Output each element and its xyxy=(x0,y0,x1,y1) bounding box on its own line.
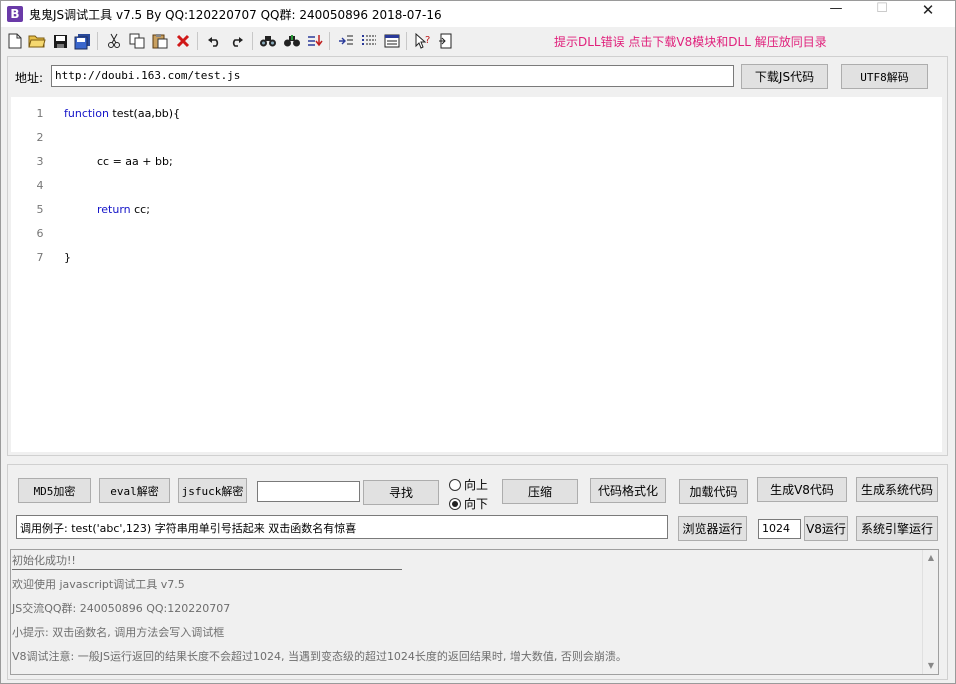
jsfuck-decrypt-button[interactable]: jsfuck解密 xyxy=(178,478,247,503)
code-line: cc = aa + bb; xyxy=(97,155,173,168)
list-icon[interactable] xyxy=(359,31,379,51)
find-button[interactable]: 寻找 xyxy=(363,480,439,505)
address-label: 地址: xyxy=(15,71,44,85)
top-panel: 地址: http://doubi.163.com/test.js 下载JS代码 … xyxy=(7,56,948,456)
browser-run-button[interactable]: 浏览器运行 xyxy=(678,516,747,541)
copy-icon[interactable] xyxy=(127,31,147,51)
code-text: cc; xyxy=(130,203,150,216)
toolbar-separator xyxy=(97,32,98,50)
save-icon[interactable] xyxy=(50,31,70,51)
code-editor[interactable]: 1 2 3 4 5 6 7 function test(aa,bb){ cc =… xyxy=(11,97,942,452)
svg-text:?: ? xyxy=(425,35,430,46)
redo-icon[interactable] xyxy=(227,31,247,51)
compress-button[interactable]: 压缩 xyxy=(502,479,578,504)
download-js-button[interactable]: 下载JS代码 xyxy=(741,64,828,89)
radio-label: 向上 xyxy=(464,478,489,492)
toolbar: ? 提示DLL错误 点击下载V8模块和DLL 解压放同目录 xyxy=(1,27,955,55)
address-input[interactable]: http://doubi.163.com/test.js xyxy=(51,65,734,87)
line-number: 4 xyxy=(36,179,44,192)
indent-icon[interactable] xyxy=(336,31,356,51)
output-log[interactable]: 初始化成功!! 欢迎使用 javascript调试工具 v7.5 JS交流QQ群… xyxy=(10,549,939,675)
line-number: 3 xyxy=(36,155,44,168)
log-line: V8调试注意: 一般JS运行返回的结果长度不会超过1024, 当遇到变态级的超过… xyxy=(12,650,627,663)
log-line: 欢迎使用 javascript调试工具 v7.5 xyxy=(12,578,185,591)
toolbar-separator xyxy=(406,32,407,50)
v8-run-button[interactable]: V8运行 xyxy=(804,516,848,541)
code-text: } xyxy=(64,251,71,264)
find-replace-icon[interactable] xyxy=(282,31,302,51)
format-code-button[interactable]: 代码格式化 xyxy=(590,478,666,503)
line-number: 7 xyxy=(36,251,44,264)
line-number: 6 xyxy=(36,227,44,240)
direction-down-radio[interactable]: 向下 xyxy=(449,495,488,512)
call-example-input[interactable]: 调用例子: test('abc',123) 字符串用单引号括起来 双击函数名有惊… xyxy=(16,515,668,539)
scroll-down-icon[interactable]: ▼ xyxy=(923,658,938,674)
code-line: } xyxy=(64,251,71,264)
code-line: function test(aa,bb){ xyxy=(64,107,180,120)
result-length-input[interactable]: 1024 xyxy=(758,519,801,539)
radio-label: 向下 xyxy=(464,497,489,511)
load-code-button[interactable]: 加载代码 xyxy=(679,479,748,504)
direction-up-radio[interactable]: 向上 xyxy=(449,476,488,493)
log-divider xyxy=(12,569,402,570)
panel-icon[interactable] xyxy=(435,31,455,51)
help-cursor-icon[interactable]: ? xyxy=(413,31,433,51)
dll-hint-link[interactable]: 提示DLL错误 点击下载V8模块和DLL 解压放同目录 xyxy=(554,33,827,50)
eval-decrypt-button[interactable]: eval解密 xyxy=(99,478,170,503)
code-text: cc = aa + bb; xyxy=(97,155,173,168)
toolbar-separator xyxy=(329,32,330,50)
toolbar-separator xyxy=(252,32,253,50)
log-line: 小提示: 双击函数名, 调用方法会写入调试框 xyxy=(12,626,225,639)
generate-system-code-button[interactable]: 生成系统代码 xyxy=(856,477,938,502)
line-number: 5 xyxy=(36,203,44,216)
search-input[interactable] xyxy=(257,481,360,502)
paste-icon[interactable] xyxy=(150,31,170,51)
new-file-icon[interactable] xyxy=(5,31,25,51)
maximize-button[interactable]: ☐ xyxy=(859,1,905,27)
utf8-decode-button[interactable]: UTF8解码 xyxy=(841,64,928,89)
line-number: 2 xyxy=(36,131,44,144)
md5-encrypt-button[interactable]: MD5加密 xyxy=(18,478,91,503)
open-folder-icon[interactable] xyxy=(27,31,47,51)
window-title: 鬼鬼JS调试工具 v7.5 By QQ:120220707 QQ群: 24005… xyxy=(29,8,442,22)
system-engine-run-button[interactable]: 系统引擎运行 xyxy=(856,516,938,541)
app-window: B 鬼鬼JS调试工具 v7.5 By QQ:120220707 QQ群: 240… xyxy=(0,0,956,684)
app-icon: B xyxy=(7,6,23,22)
radio-circle xyxy=(449,478,461,491)
window-icon[interactable] xyxy=(382,31,402,51)
generate-v8-button[interactable]: 生成V8代码 xyxy=(757,477,847,502)
code-keyword: return xyxy=(97,203,131,216)
log-scrollbar[interactable]: ▲ ▼ xyxy=(922,550,938,674)
undo-icon[interactable] xyxy=(204,31,224,51)
save-all-icon[interactable] xyxy=(72,31,92,51)
title-bar: B 鬼鬼JS调试工具 v7.5 By QQ:120220707 QQ群: 240… xyxy=(1,1,955,27)
goto-line-icon[interactable] xyxy=(305,31,325,51)
find-icon[interactable] xyxy=(258,31,278,51)
log-line: JS交流QQ群: 240050896 QQ:120220707 xyxy=(12,602,231,615)
code-keyword: function xyxy=(64,107,109,120)
cut-icon[interactable] xyxy=(104,31,124,51)
code-line: return cc; xyxy=(97,203,150,216)
close-button[interactable]: ✕ xyxy=(905,1,951,27)
minimize-button[interactable]: — xyxy=(813,1,859,27)
scroll-up-icon[interactable]: ▲ xyxy=(923,550,938,566)
log-line: 初始化成功!! xyxy=(12,554,76,567)
toolbar-separator xyxy=(197,32,198,50)
delete-icon[interactable] xyxy=(173,31,193,51)
line-number: 1 xyxy=(36,107,44,120)
code-text: test(aa,bb){ xyxy=(108,107,181,120)
radio-circle-selected xyxy=(449,497,461,510)
bottom-panel: MD5加密 eval解密 jsfuck解密 寻找 向上 向下 压缩 代码格式化 … xyxy=(7,464,948,680)
